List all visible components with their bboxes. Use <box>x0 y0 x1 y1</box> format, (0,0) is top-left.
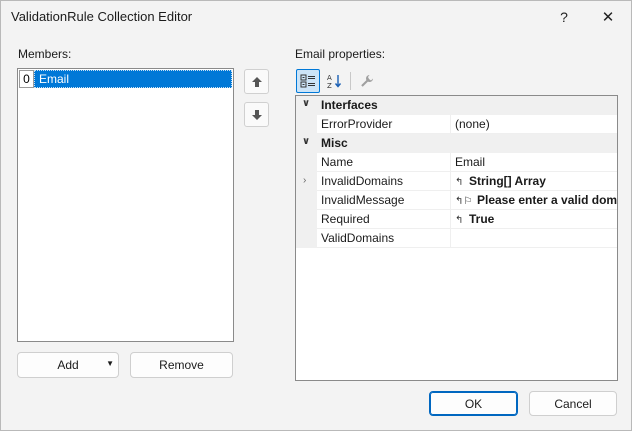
property-row[interactable]: InvalidMessage ↰⚐ Please enter a valid do… <box>296 191 617 210</box>
property-row[interactable]: Name Email <box>296 153 617 172</box>
dropdown-arrow-icon[interactable]: ▼ <box>106 359 114 368</box>
members-label: Members: <box>18 47 72 61</box>
row-gutter <box>296 210 317 229</box>
reset-localized-marker-icon: ↰⚐ <box>455 196 473 207</box>
property-grid-toolbar: A Z <box>296 69 381 93</box>
toolbar-separator <box>350 72 351 90</box>
value-text: String[] Array <box>469 174 546 188</box>
title-bar: ValidationRule Collection Editor ? ✕ <box>1 1 631 32</box>
property-name: Required <box>317 210 451 229</box>
svg-text:A: A <box>327 74 332 82</box>
ok-button[interactable]: OK <box>429 391 518 416</box>
row-gutter <box>296 191 317 210</box>
row-gutter <box>296 115 317 134</box>
alphabetical-icon: A Z <box>327 74 342 89</box>
member-name: Email <box>34 70 232 88</box>
ok-button-label: OK <box>464 396 483 411</box>
property-value[interactable] <box>451 229 617 248</box>
member-index: 0 <box>19 70 34 88</box>
value-text: Email <box>455 155 486 169</box>
close-icon: ✕ <box>601 8 615 26</box>
row-gutter <box>296 229 317 248</box>
property-value[interactable]: ↰ True <box>451 210 617 229</box>
alphabetical-button[interactable]: A Z <box>322 69 346 93</box>
cancel-button[interactable]: Cancel <box>529 391 617 416</box>
property-row[interactable]: Required ↰ True <box>296 210 617 229</box>
property-value[interactable]: ↰⚐ Please enter a valid domain. <box>451 191 617 210</box>
move-down-button[interactable] <box>244 102 269 127</box>
list-item[interactable]: 0 Email <box>19 70 232 88</box>
property-name: ValidDomains <box>317 229 451 248</box>
help-icon: ? <box>560 8 568 25</box>
chevron-down-icon[interactable]: ∨ <box>302 98 310 109</box>
reset-marker-icon: ↰ <box>455 177 464 188</box>
window-title: ValidationRule Collection Editor <box>11 9 193 24</box>
wrench-icon <box>361 75 373 87</box>
property-name: InvalidMessage <box>317 191 451 210</box>
remove-button-label: Remove <box>159 358 204 372</box>
help-button[interactable]: ? <box>542 1 586 32</box>
collection-editor-dialog: ValidationRule Collection Editor ? ✕ Mem… <box>0 0 632 431</box>
members-list[interactable]: 0 Email <box>17 68 234 342</box>
close-button[interactable]: ✕ <box>586 1 630 32</box>
value-text: Please enter a valid domain. <box>477 193 617 207</box>
property-name: InvalidDomains <box>317 172 451 191</box>
reset-marker-icon: ↰ <box>455 215 464 226</box>
property-grid[interactable]: ∨ Interfaces ErrorProvider (none) ∨ Misc… <box>295 95 618 381</box>
value-text: (none) <box>455 117 490 131</box>
property-row[interactable]: ErrorProvider (none) <box>296 115 617 134</box>
row-gutter <box>296 153 317 172</box>
arrow-down-icon <box>251 109 262 120</box>
row-gutter: › <box>296 172 317 191</box>
category-name: Misc <box>321 136 348 150</box>
categorized-icon <box>300 74 315 88</box>
cancel-button-label: Cancel <box>554 396 592 411</box>
move-up-button[interactable] <box>244 69 269 94</box>
property-value[interactable]: (none) <box>451 115 617 134</box>
property-name: Name <box>317 153 451 172</box>
arrow-up-icon <box>251 76 262 87</box>
chevron-down-icon[interactable]: ∨ <box>302 136 310 147</box>
property-row[interactable]: ValidDomains <box>296 229 617 248</box>
category-name: Interfaces <box>321 98 378 112</box>
category-misc[interactable]: ∨ Misc <box>296 134 617 153</box>
category-interfaces[interactable]: ∨ Interfaces <box>296 96 617 115</box>
property-name: ErrorProvider <box>317 115 451 134</box>
add-button[interactable]: Add ▼ <box>17 352 119 378</box>
remove-button[interactable]: Remove <box>130 352 233 378</box>
properties-label: Email properties: <box>295 47 386 61</box>
categorized-button[interactable] <box>296 69 320 93</box>
value-text: True <box>469 212 495 226</box>
property-pages-button[interactable] <box>355 69 379 93</box>
svg-text:Z: Z <box>327 82 332 89</box>
property-value[interactable]: ↰ String[] Array <box>451 172 617 191</box>
property-row[interactable]: › InvalidDomains ↰ String[] Array <box>296 172 617 191</box>
chevron-right-icon[interactable]: › <box>303 175 306 186</box>
add-button-label: Add <box>57 358 79 372</box>
property-value[interactable]: Email <box>451 153 617 172</box>
